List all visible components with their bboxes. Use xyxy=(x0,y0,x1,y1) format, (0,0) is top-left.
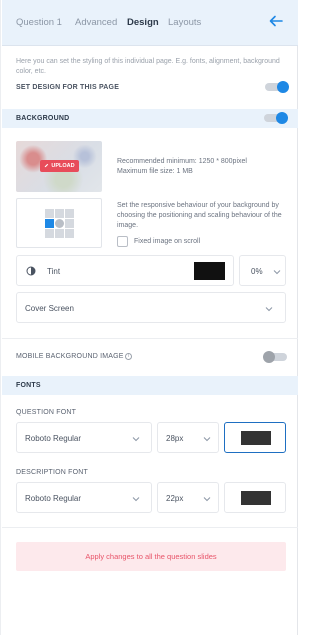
position-cell[interactable] xyxy=(65,219,74,228)
tab-layouts[interactable]: Layouts xyxy=(168,17,201,28)
question-color-swatch xyxy=(241,431,271,445)
description-color-picker[interactable] xyxy=(224,482,286,513)
max-file-size-text: Maximum file size: 1 MB xyxy=(117,168,193,175)
position-cell[interactable] xyxy=(55,209,64,218)
chevron-down-icon xyxy=(273,270,281,275)
tint-card: Tint xyxy=(16,255,234,286)
back-arrow-icon[interactable] xyxy=(268,13,284,29)
position-cell[interactable] xyxy=(65,229,74,238)
upload-label: UPLOAD xyxy=(51,163,75,169)
apply-to-all-button[interactable]: Apply changes to all the question slides xyxy=(16,542,286,571)
info-icon[interactable]: i xyxy=(125,353,132,360)
position-cell[interactable] xyxy=(45,229,54,238)
question-color-picker[interactable] xyxy=(224,422,286,453)
description-size-value: 22px xyxy=(166,494,184,503)
tint-label: Tint xyxy=(47,267,61,276)
pencil-icon xyxy=(45,163,49,167)
question-size-value: 28px xyxy=(166,434,184,443)
tab-bar: Question 1 Advanced Design Layouts xyxy=(2,0,298,46)
tint-color-swatch[interactable] xyxy=(194,262,225,280)
design-panel: Question 1 Advanced Design Layouts Here … xyxy=(0,0,298,635)
section-divider xyxy=(2,338,298,339)
question-font-value: Roboto Regular xyxy=(25,434,82,443)
upload-button[interactable]: UPLOAD xyxy=(40,160,79,172)
chevron-down-icon xyxy=(203,437,211,442)
chevron-down-icon xyxy=(132,497,140,502)
background-section-header: BACKGROUND xyxy=(2,109,298,128)
chevron-down-icon xyxy=(265,307,273,312)
section-divider xyxy=(2,527,298,528)
question-font-label: QUESTION FONT xyxy=(16,409,77,416)
recommended-size-text: Recommended minimum: 1250 * 800pixel xyxy=(117,158,247,165)
background-section-label: BACKGROUND xyxy=(16,115,70,122)
intro-text: Here you can set the styling of this ind… xyxy=(16,58,280,75)
background-position-picker xyxy=(16,198,102,248)
tint-opacity-select[interactable]: 0% xyxy=(239,255,286,286)
description-font-label: DESCRIPTION FONT xyxy=(16,469,89,476)
question-font-select[interactable]: Roboto Regular xyxy=(16,422,152,453)
position-cell[interactable] xyxy=(55,229,64,238)
background-toggle[interactable] xyxy=(264,112,288,124)
mobile-background-label: MOBILE BACKGROUND IMAGE xyxy=(16,353,124,360)
fixed-image-label: Fixed image on scroll xyxy=(134,238,201,245)
scaling-select[interactable]: Cover Screen xyxy=(16,292,286,323)
description-font-select[interactable]: Roboto Regular xyxy=(16,482,152,513)
tab-question-1[interactable]: Question 1 xyxy=(16,17,62,28)
tint-icon xyxy=(26,266,36,276)
background-image-thumbnail: UPLOAD xyxy=(16,141,102,192)
fonts-section-header: FONTS xyxy=(2,376,298,395)
tint-opacity-value: 0% xyxy=(251,267,263,276)
description-color-swatch xyxy=(241,491,271,505)
fixed-image-checkbox[interactable] xyxy=(117,236,128,247)
scaling-value: Cover Screen xyxy=(25,304,74,313)
chevron-down-icon xyxy=(203,497,211,502)
set-design-label: SET DESIGN FOR THIS PAGE xyxy=(16,84,120,91)
tab-advanced[interactable]: Advanced xyxy=(75,17,117,28)
position-cell[interactable] xyxy=(55,219,64,228)
position-cell[interactable] xyxy=(45,209,54,218)
fonts-section-label: FONTS xyxy=(16,382,41,389)
description-size-select[interactable]: 22px xyxy=(157,482,219,513)
position-grid xyxy=(45,209,75,239)
position-cell[interactable] xyxy=(65,209,74,218)
position-help-text: Set the responsive behaviour of your bac… xyxy=(117,202,282,229)
set-design-toggle[interactable] xyxy=(265,81,289,93)
mobile-background-toggle[interactable] xyxy=(263,351,287,363)
tab-design[interactable]: Design xyxy=(127,17,159,28)
position-cell-selected[interactable] xyxy=(45,219,54,228)
question-size-select[interactable]: 28px xyxy=(157,422,219,453)
chevron-down-icon xyxy=(132,437,140,442)
description-font-value: Roboto Regular xyxy=(25,494,82,503)
